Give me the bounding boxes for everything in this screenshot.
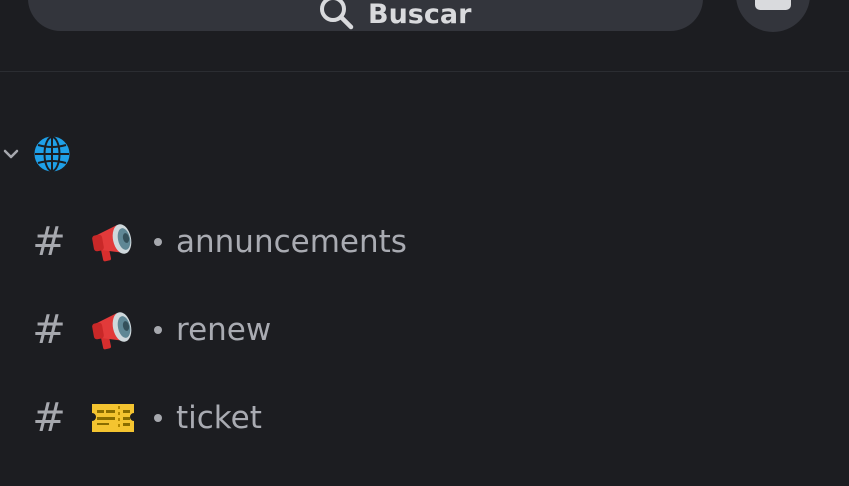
separator-dot bbox=[154, 326, 162, 334]
search-icon bbox=[318, 0, 354, 32]
separator-dot bbox=[154, 238, 162, 246]
hash-icon: # bbox=[32, 395, 66, 441]
ticket-icon bbox=[88, 396, 138, 440]
inbox-icon bbox=[755, 0, 791, 10]
channel-item-annuncements[interactable]: # annuncements bbox=[30, 212, 407, 272]
chevron-down-icon[interactable] bbox=[2, 148, 24, 160]
search-content: Buscar bbox=[318, 0, 471, 32]
channel-item-renew[interactable]: # renew bbox=[30, 300, 271, 360]
separator-dot bbox=[154, 414, 162, 422]
channel-name: annuncements bbox=[176, 223, 407, 260]
search-bar[interactable]: Buscar bbox=[28, 0, 703, 31]
hash-icon: # bbox=[32, 307, 66, 353]
channel-name: ticket bbox=[176, 399, 262, 436]
megaphone-icon bbox=[88, 220, 138, 264]
megaphone-icon bbox=[88, 308, 138, 352]
inbox-button[interactable] bbox=[736, 0, 810, 32]
channel-name: renew bbox=[176, 311, 272, 348]
globe-icon bbox=[32, 134, 72, 174]
top-bar: Buscar bbox=[0, 0, 849, 72]
channel-item-ticket[interactable]: # ticket bbox=[30, 388, 262, 448]
hash-icon: # bbox=[32, 219, 66, 265]
category-header[interactable] bbox=[0, 132, 72, 176]
search-label: Buscar bbox=[368, 0, 472, 30]
